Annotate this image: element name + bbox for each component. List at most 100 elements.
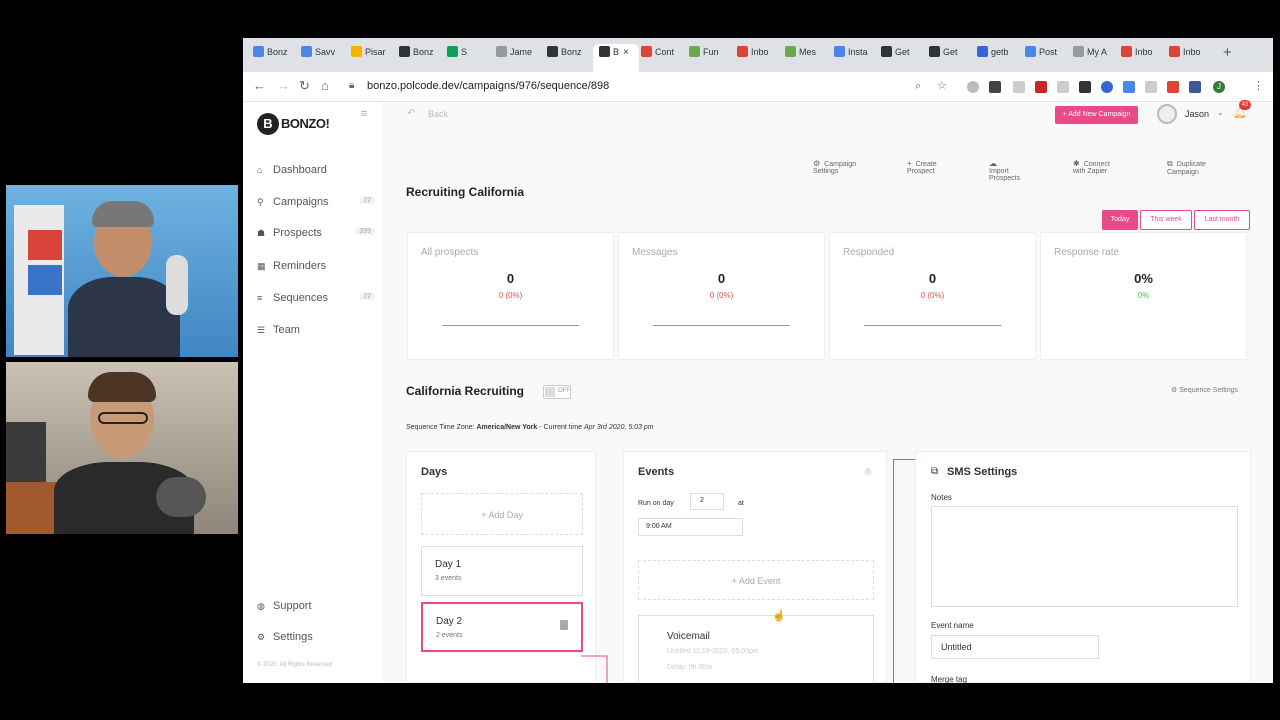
- forward-arrow-icon[interactable]: →: [277, 78, 290, 93]
- add-new-campaign-button[interactable]: + Add New Campaign: [1055, 106, 1138, 124]
- stat-label: Response rate: [1054, 247, 1120, 258]
- browser-tab[interactable]: Jame: [496, 46, 542, 66]
- browser-tab[interactable]: Get: [881, 46, 927, 66]
- browser-tab[interactable]: Mes: [785, 46, 831, 66]
- browser-tab[interactable]: Cont: [641, 46, 687, 66]
- extension-icon[interactable]: [1167, 81, 1179, 93]
- browser-tab[interactable]: B ×: [593, 44, 639, 72]
- sequence-toggle[interactable]: OFF: [543, 385, 571, 399]
- home-icon: ⌂: [257, 165, 263, 175]
- user-name[interactable]: Jason: [1185, 109, 1209, 119]
- browser-tab[interactable]: Insta: [834, 46, 880, 66]
- browser-tab-label: getb: [991, 47, 1009, 57]
- star-icon[interactable]: ☆: [937, 79, 947, 92]
- browser-tab[interactable]: S: [447, 46, 493, 66]
- browser-tab[interactable]: getb: [977, 46, 1023, 66]
- run-time-input[interactable]: 9:00 AM: [638, 518, 743, 536]
- browser-tab-label: Inbo: [1183, 47, 1201, 57]
- hamburger-icon[interactable]: ≡: [361, 108, 367, 120]
- browser-tab[interactable]: Bonz: [399, 46, 445, 66]
- browser-tab[interactable]: Fun: [689, 46, 735, 66]
- sidebar-item-prospects[interactable]: ☗ Prospects 399: [257, 227, 375, 239]
- browser-tab[interactable]: Inbo: [737, 46, 783, 66]
- trash-icon[interactable]: [560, 620, 568, 630]
- sidebar-item-sequences[interactable]: ≡ Sequences 22: [257, 292, 375, 304]
- browser-tab[interactable]: Bonz: [547, 46, 593, 66]
- browser-tab-label: Bonz: [561, 47, 582, 57]
- close-tab-icon[interactable]: ×: [623, 47, 629, 58]
- sidebar-item-count: 22: [359, 197, 375, 204]
- kebab-menu-icon[interactable]: ⋮: [1253, 79, 1264, 92]
- sidebar-item-reminders[interactable]: ▦ Reminders: [257, 260, 375, 272]
- extension-icon[interactable]: [967, 81, 979, 93]
- browser-tab-label: Mes: [799, 47, 817, 57]
- url-field[interactable]: bonzo.polcode.dev/campaigns/976/sequence…: [367, 80, 609, 92]
- day-title: Day 2: [436, 616, 463, 627]
- sidebar-item-settings[interactable]: ⚙ Settings: [257, 631, 375, 643]
- period-today-button[interactable]: Today: [1102, 210, 1138, 230]
- toolbar-link-create-prospect[interactable]: + Create Prospect: [907, 159, 937, 175]
- zoom-icon[interactable]: ⌕: [915, 80, 921, 93]
- extension-icon[interactable]: [1123, 81, 1135, 93]
- back-arrow-icon[interactable]: ←: [253, 78, 266, 93]
- browser-tab[interactable]: Inbo: [1121, 46, 1167, 66]
- profile-avatar[interactable]: J: [1213, 81, 1225, 93]
- period-last-month-button[interactable]: Last month: [1194, 210, 1250, 230]
- sequence-settings-link[interactable]: ⚙ Sequence Settings: [1171, 386, 1238, 394]
- favicon-icon: [351, 46, 362, 57]
- browser-tab[interactable]: Pisar: [351, 46, 397, 66]
- browser-tab[interactable]: Bonz: [253, 46, 299, 66]
- toolbar-link-connect-with-zapier[interactable]: ✱ Connect with Zapier: [1073, 159, 1110, 175]
- extension-icon[interactable]: [989, 81, 1001, 93]
- browser-tab[interactable]: My A: [1073, 46, 1119, 66]
- main-content: ⚙ Campaign Settings + Create Prospect ☁Impor…: [383, 132, 1273, 683]
- browser-tab[interactable]: Inbo: [1169, 46, 1215, 66]
- day-item[interactable]: Day 1 3 events: [421, 546, 583, 596]
- run-day-input[interactable]: 2: [690, 493, 724, 510]
- toolbar-link-import-prospects[interactable]: ☁Import Prospects: [989, 159, 1020, 182]
- browser-tab[interactable]: Savv: [301, 46, 347, 66]
- app-topbar: ↶ Back + Add New Campaign Jason ⌄ 🔔︎ 43: [383, 100, 1273, 132]
- stat-value: 0%: [1134, 271, 1153, 286]
- browser-tab-label: B: [613, 47, 620, 57]
- browser-tab[interactable]: Get: [929, 46, 975, 66]
- facebook-icon[interactable]: [1189, 81, 1201, 93]
- extension-icon[interactable]: [1035, 81, 1047, 93]
- new-tab-button[interactable]: +: [1223, 44, 1232, 61]
- extension-icon[interactable]: [1101, 81, 1113, 93]
- sidebar-item-support[interactable]: ◍ Support: [257, 600, 375, 612]
- browser-tab[interactable]: Post: [1025, 46, 1071, 66]
- favicon-icon: [1121, 46, 1132, 57]
- extension-icon[interactable]: [1079, 81, 1091, 93]
- back-icon[interactable]: ↶: [407, 108, 415, 119]
- home-icon[interactable]: ⌂: [321, 78, 329, 93]
- toolbar-link-campaign-settings[interactable]: ⚙ Campaign Settings: [813, 159, 856, 175]
- event-item[interactable]: Voicemail Untitled 11:19-2020, 05:03pm Del…: [638, 615, 874, 683]
- chevron-down-icon[interactable]: ⌄: [1217, 108, 1224, 117]
- help-icon[interactable]: ?: [864, 468, 872, 476]
- add-event-button[interactable]: + Add Event: [638, 560, 874, 600]
- sidebar-item-dashboard[interactable]: ⌂ Dashboard: [257, 164, 375, 176]
- add-day-button[interactable]: + Add Day: [421, 493, 583, 535]
- event-name-input[interactable]: Untitled: [931, 635, 1099, 659]
- user-avatar[interactable]: [1157, 104, 1177, 124]
- sidebar-item-campaigns[interactable]: ⚲ Campaigns 22: [257, 196, 375, 208]
- extension-icon[interactable]: [1057, 81, 1069, 93]
- toolbar-link-duplicate-campaign[interactable]: ⧉ Duplicate Campaign: [1167, 159, 1206, 176]
- stat-value: 0: [928, 271, 937, 286]
- stat-change: 0 (0%): [498, 291, 523, 300]
- events-panel: Events ? Run on day 2 at 9:00 AM + Add E…: [623, 451, 887, 683]
- sitemap-icon: ⚲: [257, 197, 264, 207]
- toggle-knob: [545, 387, 555, 397]
- period-this-week-button[interactable]: This week: [1140, 210, 1192, 230]
- sidebar-item-team[interactable]: ☰ Team: [257, 324, 375, 336]
- extension-icon[interactable]: [1013, 81, 1025, 93]
- logo-text: BONZO!: [281, 116, 330, 131]
- reload-icon[interactable]: ↻: [299, 78, 310, 94]
- back-link[interactable]: Back: [428, 109, 448, 119]
- notes-textarea[interactable]: [931, 506, 1238, 607]
- day-item[interactable]: Day 2 2 events: [421, 602, 583, 652]
- users-icon: ☗: [257, 228, 266, 238]
- extension-icon[interactable]: [1145, 81, 1157, 93]
- browser-tab-label: Insta: [848, 47, 868, 57]
